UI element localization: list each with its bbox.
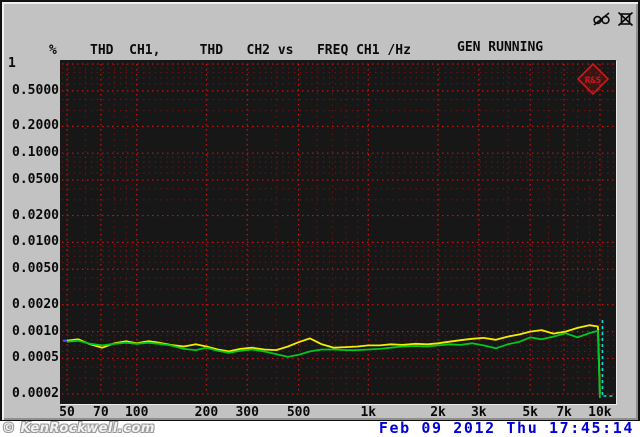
y-axis-unit: % <box>49 43 57 58</box>
rs-logo-text: R&S <box>585 76 601 86</box>
y-axis-label: 0.0050 <box>12 261 59 277</box>
x-axis-label: 100 <box>124 405 149 420</box>
status-line-gen: GEN RUNNING <box>457 40 544 55</box>
thd-chart-svg: R&S <box>62 62 614 399</box>
y-axis-label: 0.5000 <box>12 82 59 98</box>
x-axis-label: 500 <box>286 405 311 420</box>
chart-title: THD CH1, THD CH2 vs FREQ CH1 /Hz <box>90 43 411 58</box>
y-axis-label: 0.0100 <box>12 234 59 250</box>
y-axis-label: 0.2000 <box>12 118 59 134</box>
y-axis-label: 0.0020 <box>12 296 59 312</box>
x-axis-label: 10k <box>588 405 612 420</box>
datetime-label: Feb 09 2012 Thu 17:45:14 <box>378 419 634 437</box>
x-axis-label: 1k <box>360 405 377 420</box>
header-status-icons <box>592 11 634 27</box>
mouse-crossed-icon <box>593 12 610 26</box>
y-axis-label: 0.0500 <box>12 172 59 188</box>
instrument-screen: GEN RUNNING ANL 1:STOP 2:STOP SWP TERMIN… <box>0 0 640 422</box>
y-axis-label: 0.0002 <box>12 385 59 401</box>
audio-analyzer-screenshot: { "header": { "status_lines": ["GEN RUNN… <box>0 0 640 436</box>
watermark: © KenRockwell.com <box>2 421 155 436</box>
keyboard-crossed-icon <box>617 11 634 27</box>
bottom-strip: © KenRockwell.com Feb 09 2012 Thu 17:45:… <box>0 421 640 436</box>
y-axis-label: 0.0005 <box>12 350 59 366</box>
y-axis-label: 1 <box>8 56 16 71</box>
y-axis-label: 0.0200 <box>12 207 59 223</box>
y-axis-label: 0.1000 <box>12 145 59 161</box>
plot-area: R&S <box>60 60 616 404</box>
y-axis-label: 0.0010 <box>12 323 59 339</box>
trace-ch1 <box>66 324 601 394</box>
